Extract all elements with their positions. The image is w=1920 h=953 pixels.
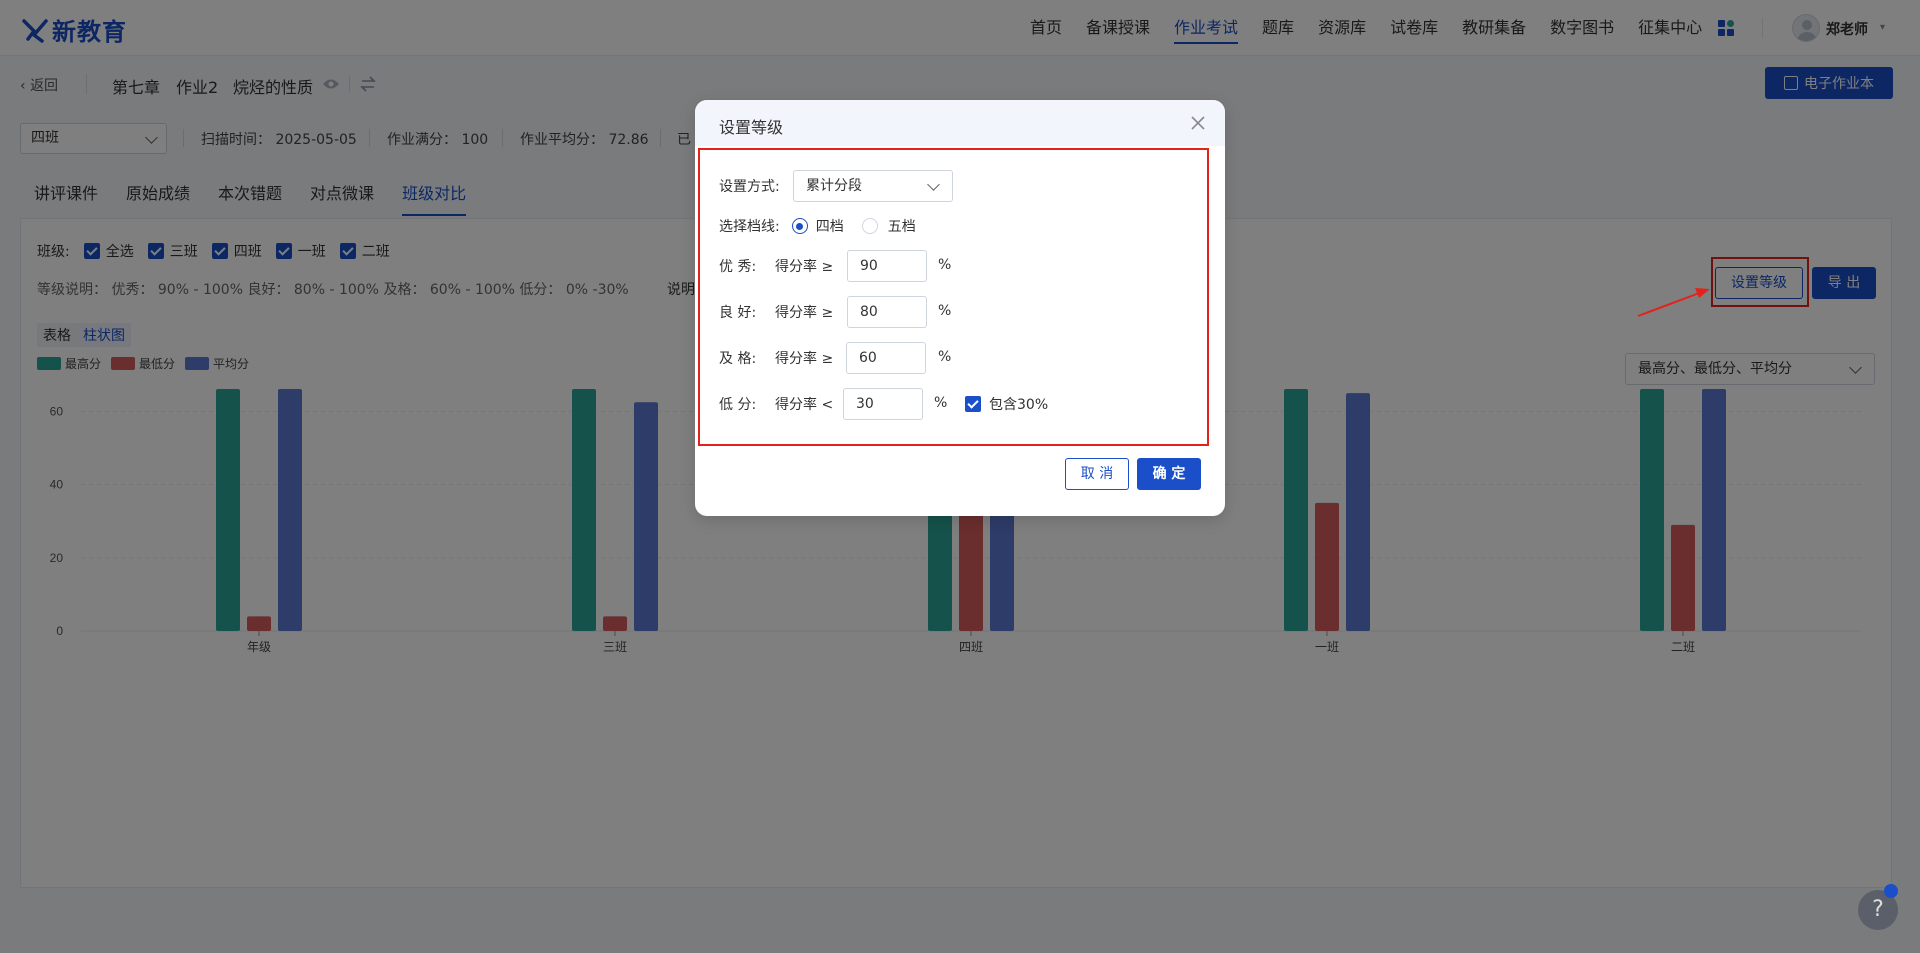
- method-label: 设置方式:: [719, 179, 780, 195]
- percent-unit: %: [938, 349, 952, 365]
- radio-five-tier[interactable]: [861, 218, 878, 234]
- include-boundary-label: 包含30%: [989, 397, 1049, 413]
- method-row: 设置方式:: [719, 170, 780, 202]
- confirm-button[interactable]: 确 定: [1137, 458, 1201, 490]
- grade-row-low: 低 分: 得分率 <: [719, 388, 833, 420]
- grade-label: 良 好:: [719, 305, 757, 321]
- grade-label: 及 格:: [719, 351, 757, 367]
- dialog-title: 设置等级: [719, 118, 784, 137]
- excellent-threshold-input[interactable]: 90: [847, 250, 927, 282]
- grade-rule: 得分率 ≥: [775, 351, 834, 367]
- grade-label: 低 分:: [719, 397, 757, 413]
- grade-rule: 得分率 ≥: [775, 259, 834, 275]
- good-threshold-input[interactable]: 80: [847, 296, 927, 328]
- grade-row-pass: 及 格: 得分率 ≥: [719, 342, 833, 374]
- method-select[interactable]: 累计分段: [793, 170, 953, 202]
- tier-label: 选择档线:: [719, 219, 780, 235]
- scroll-top-icon[interactable]: [1884, 884, 1898, 898]
- close-icon[interactable]: [1189, 114, 1207, 132]
- radio-label: 四档: [815, 219, 844, 235]
- include-boundary-option: 包含30%: [965, 388, 1048, 420]
- chevron-down-icon: [927, 178, 940, 191]
- percent-unit: %: [938, 257, 952, 273]
- grade-row-good: 良 好: 得分率 ≥: [719, 296, 833, 328]
- set-grade-dialog: 设置等级 设置方式: 累计分段 选择档线: 四档 五档 优 秀: 得分率 ≥ 9…: [695, 100, 1225, 516]
- dialog-header: 设置等级: [695, 100, 1225, 146]
- percent-unit: %: [934, 395, 948, 411]
- low-threshold-input[interactable]: 30: [843, 388, 923, 420]
- radio-label: 五档: [887, 219, 916, 235]
- grade-rule: 得分率 ≥: [775, 305, 834, 321]
- radio-four-tier[interactable]: [791, 218, 808, 234]
- grade-label: 优 秀:: [719, 259, 757, 275]
- percent-unit: %: [938, 303, 952, 319]
- cancel-button[interactable]: 取 消: [1065, 458, 1129, 490]
- pass-threshold-input[interactable]: 60: [846, 342, 926, 374]
- tier-row: 选择档线: 四档 五档: [719, 210, 916, 242]
- method-select-value: 累计分段: [806, 178, 862, 194]
- grade-row-excellent: 优 秀: 得分率 ≥: [719, 250, 833, 282]
- grade-rule: 得分率 <: [775, 397, 834, 413]
- include-boundary-checkbox[interactable]: [965, 396, 981, 412]
